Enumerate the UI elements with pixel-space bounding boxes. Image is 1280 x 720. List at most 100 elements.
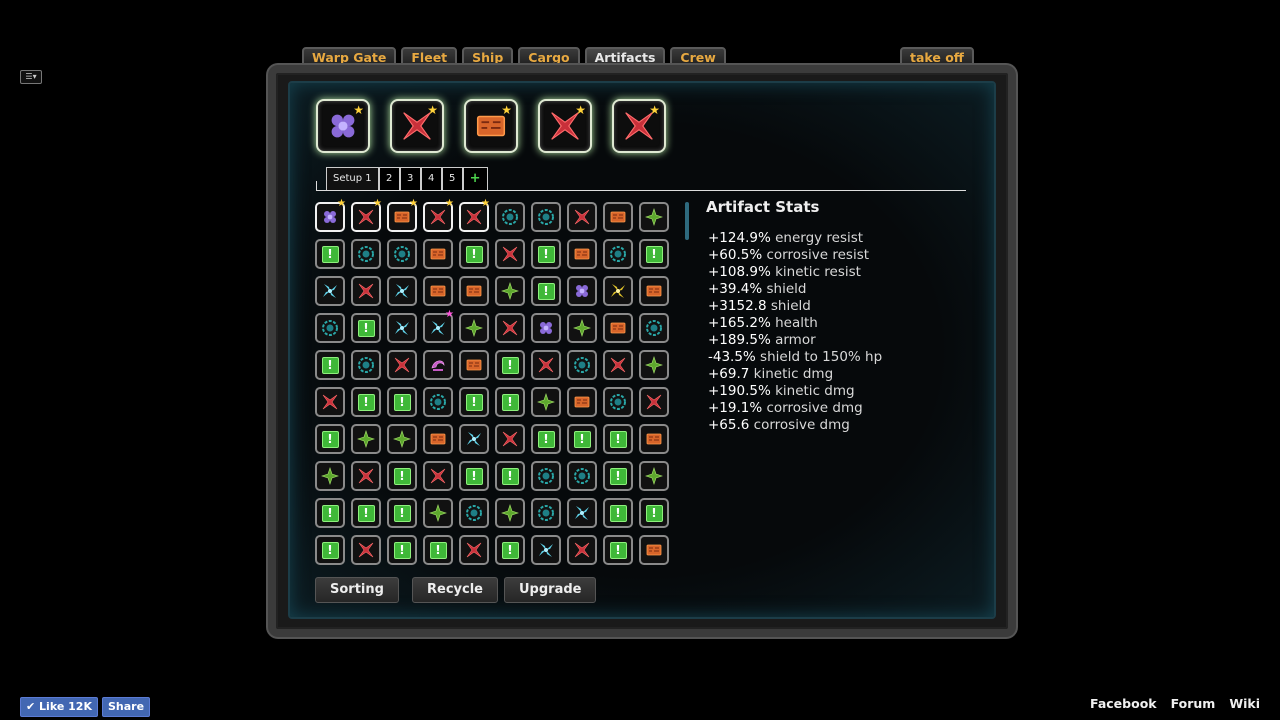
artifact-slot[interactable]: ! [603, 498, 633, 528]
artifact-slot[interactable] [531, 498, 561, 528]
artifact-slot[interactable] [423, 350, 453, 380]
equipped-slot[interactable]: ★ [390, 99, 444, 153]
artifact-slot[interactable] [315, 387, 345, 417]
artifact-slot[interactable]: ! [531, 276, 561, 306]
add-setup-button[interactable]: + [462, 167, 488, 190]
artifact-slot[interactable] [567, 535, 597, 565]
artifact-slot[interactable]: ★ [459, 199, 490, 232]
artifact-slot[interactable] [567, 276, 597, 306]
artifact-slot[interactable] [495, 276, 525, 306]
artifact-slot[interactable] [351, 535, 381, 565]
artifact-slot[interactable] [495, 313, 525, 343]
artifact-slot[interactable]: ! [351, 498, 381, 528]
equipped-slot[interactable]: ★ [538, 99, 592, 153]
artifact-slot[interactable] [603, 313, 633, 343]
artifact-slot[interactable] [387, 350, 417, 380]
artifact-slot[interactable]: ! [387, 461, 417, 491]
like-button[interactable]: ✔ Like 12K [20, 697, 98, 717]
artifact-slot[interactable] [387, 276, 417, 306]
artifact-slot[interactable] [351, 461, 381, 491]
artifact-slot[interactable]: ! [315, 535, 345, 565]
artifact-slot[interactable]: ! [603, 424, 633, 454]
artifact-slot[interactable] [387, 313, 417, 343]
artifact-slot[interactable] [603, 276, 633, 306]
artifact-slot[interactable]: ! [315, 424, 345, 454]
setup-tab[interactable]: 2 [378, 167, 400, 190]
artifact-slot[interactable] [351, 350, 381, 380]
equipped-slot[interactable]: ★ [464, 99, 518, 153]
artifact-slot[interactable] [639, 350, 669, 380]
artifact-slot[interactable]: ! [531, 424, 561, 454]
artifact-slot[interactable] [567, 239, 597, 269]
artifact-slot[interactable] [351, 276, 381, 306]
footer-link-wiki[interactable]: Wiki [1229, 696, 1260, 711]
artifact-slot[interactable]: ! [639, 498, 669, 528]
artifact-slot[interactable] [495, 424, 525, 454]
artifact-slot[interactable] [531, 202, 561, 232]
artifact-slot[interactable] [459, 276, 489, 306]
upgrade-button[interactable]: Upgrade [504, 577, 597, 603]
artifact-slot[interactable] [423, 387, 453, 417]
artifact-slot[interactable] [639, 387, 669, 417]
artifact-slot[interactable] [315, 313, 345, 343]
artifact-slot[interactable]: ★ [423, 310, 454, 343]
artifact-slot[interactable] [639, 313, 669, 343]
artifact-slot[interactable]: ! [315, 350, 345, 380]
artifact-slot[interactable] [423, 498, 453, 528]
artifact-slot[interactable]: ! [495, 461, 525, 491]
artifact-slot[interactable] [639, 535, 669, 565]
artifact-slot[interactable]: ! [387, 387, 417, 417]
artifact-slot[interactable] [459, 498, 489, 528]
artifact-slot[interactable] [603, 239, 633, 269]
artifact-slot[interactable] [531, 461, 561, 491]
artifact-slot[interactable] [639, 202, 669, 232]
footer-link-forum[interactable]: Forum [1171, 696, 1216, 711]
artifact-slot[interactable] [495, 202, 525, 232]
artifact-slot[interactable]: ! [423, 535, 453, 565]
artifact-slot[interactable] [567, 202, 597, 232]
artifact-slot[interactable]: ! [351, 313, 381, 343]
artifact-slot[interactable] [315, 276, 345, 306]
artifact-slot[interactable] [531, 350, 561, 380]
artifact-slot[interactable] [531, 535, 561, 565]
artifact-slot[interactable]: ! [387, 535, 417, 565]
artifact-slot[interactable] [639, 276, 669, 306]
artifact-slot[interactable] [423, 461, 453, 491]
artifact-slot[interactable]: ! [495, 387, 525, 417]
artifact-slot[interactable] [567, 498, 597, 528]
artifact-slot[interactable]: ! [315, 239, 345, 269]
footer-link-facebook[interactable]: Facebook [1090, 696, 1157, 711]
artifact-slot[interactable]: ! [315, 498, 345, 528]
artifact-slot[interactable] [423, 424, 453, 454]
artifact-slot[interactable] [459, 535, 489, 565]
artifact-slot[interactable]: ! [387, 498, 417, 528]
setup-tab[interactable]: 4 [420, 167, 442, 190]
artifact-slot[interactable]: ! [459, 387, 489, 417]
artifact-slot[interactable] [531, 313, 561, 343]
artifact-slot[interactable] [531, 387, 561, 417]
artifact-slot[interactable]: ! [531, 239, 561, 269]
recycle-button[interactable]: Recycle [412, 577, 498, 603]
artifact-slot[interactable]: ! [603, 461, 633, 491]
grid-scrollbar[interactable] [685, 202, 689, 240]
artifact-slot[interactable]: ★ [423, 199, 454, 232]
artifact-slot[interactable] [459, 313, 489, 343]
artifact-slot[interactable]: ! [495, 535, 525, 565]
setup-tab[interactable]: 3 [399, 167, 421, 190]
artifact-slot[interactable] [495, 239, 525, 269]
artifact-slot[interactable] [567, 461, 597, 491]
artifact-slot[interactable] [603, 350, 633, 380]
artifact-slot[interactable] [423, 276, 453, 306]
setup-tab[interactable]: 5 [441, 167, 463, 190]
artifact-slot[interactable] [423, 239, 453, 269]
artifact-slot[interactable] [459, 424, 489, 454]
artifact-slot[interactable] [351, 424, 381, 454]
equipped-slot[interactable]: ★ [316, 99, 370, 153]
artifact-slot[interactable]: ★ [315, 199, 346, 232]
share-button[interactable]: Share [101, 697, 151, 717]
menu-dropdown-icon[interactable]: ☰▾ [20, 70, 42, 84]
artifact-slot[interactable] [603, 387, 633, 417]
equipped-slot[interactable]: ★ [612, 99, 666, 153]
artifact-slot[interactable] [567, 387, 597, 417]
artifact-slot[interactable]: ! [351, 387, 381, 417]
